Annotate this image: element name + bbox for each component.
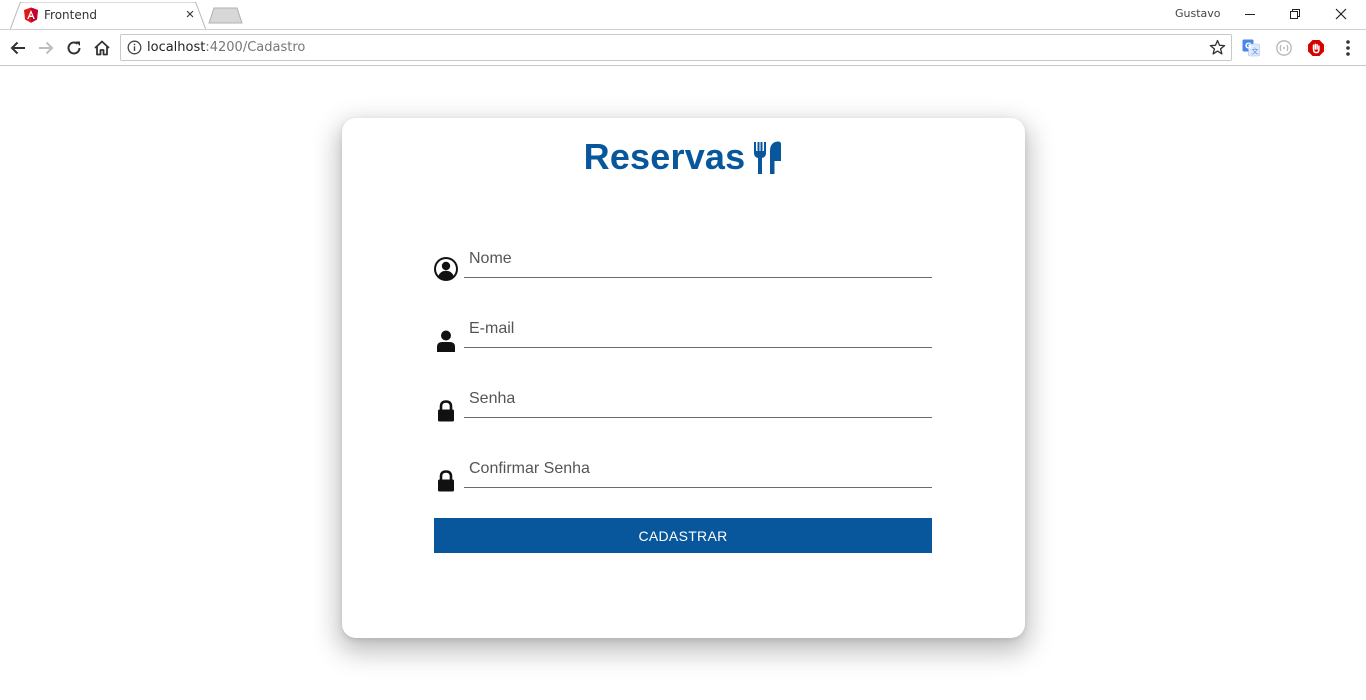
signup-card: Reservas Nome E-mail CADASTRAR bbox=[342, 118, 1025, 638]
email-field bbox=[432, 308, 932, 352]
angular-icon bbox=[24, 7, 38, 23]
star-icon[interactable] bbox=[1209, 39, 1226, 56]
page-title: Reservas bbox=[583, 136, 746, 177]
restore-button[interactable] bbox=[1272, 0, 1318, 28]
menu-dots-icon bbox=[1346, 40, 1350, 56]
user-circle-icon bbox=[432, 254, 460, 282]
new-tab-button[interactable] bbox=[208, 7, 244, 24]
browser-tab[interactable]: Frontend × bbox=[10, 2, 206, 30]
svg-text:文: 文 bbox=[1252, 47, 1259, 56]
confirm-password-field bbox=[432, 448, 932, 492]
minimize-icon bbox=[1245, 14, 1255, 15]
reload-button[interactable] bbox=[61, 35, 87, 61]
adblock-icon bbox=[1308, 40, 1324, 56]
forward-button[interactable] bbox=[33, 35, 59, 61]
password-field bbox=[432, 378, 932, 422]
browser-menu-button[interactable] bbox=[1338, 38, 1358, 58]
utensils-icon bbox=[754, 141, 782, 174]
password-input[interactable] bbox=[464, 378, 932, 418]
user-icon bbox=[432, 324, 460, 352]
extension-icon bbox=[1276, 40, 1292, 56]
gray-extension[interactable] bbox=[1274, 38, 1294, 58]
window-close-button[interactable] bbox=[1318, 0, 1364, 28]
info-icon[interactable] bbox=[127, 40, 142, 55]
browser-toolbar: localhost:4200/Cadastro G 文 bbox=[0, 29, 1366, 66]
tab-title: Frontend bbox=[44, 8, 97, 22]
name-field bbox=[432, 238, 932, 282]
name-input[interactable] bbox=[464, 238, 932, 278]
tab-shape bbox=[10, 2, 206, 30]
adblock-extension[interactable] bbox=[1306, 38, 1326, 58]
home-icon bbox=[94, 40, 110, 56]
back-arrow-icon bbox=[10, 41, 25, 55]
minimize-button[interactable] bbox=[1227, 0, 1273, 28]
translate-icon: G 文 bbox=[1242, 39, 1260, 57]
url-host: localhost bbox=[147, 40, 206, 55]
url-text[interactable]: localhost:4200/Cadastro bbox=[147, 40, 305, 55]
back-button[interactable] bbox=[5, 35, 31, 61]
forward-arrow-icon bbox=[39, 41, 54, 55]
lock-icon bbox=[432, 464, 460, 492]
close-icon bbox=[1335, 8, 1347, 20]
url-path: :4200/Cadastro bbox=[205, 40, 306, 55]
reload-icon bbox=[67, 41, 81, 55]
translate-extension[interactable]: G 文 bbox=[1241, 38, 1261, 58]
lock-icon bbox=[432, 394, 460, 422]
brand-header: Reservas bbox=[342, 136, 1025, 178]
browser-titlebar: Frontend × Gustavo bbox=[0, 0, 1366, 30]
confirm-password-input[interactable] bbox=[464, 448, 932, 488]
email-input[interactable] bbox=[464, 308, 932, 348]
address-bar[interactable]: localhost:4200/Cadastro bbox=[120, 34, 1232, 61]
home-button[interactable] bbox=[89, 35, 115, 61]
restore-icon bbox=[1290, 9, 1300, 19]
profile-name[interactable]: Gustavo bbox=[1175, 7, 1221, 20]
tab-close-button[interactable]: × bbox=[182, 6, 198, 24]
register-button[interactable]: CADASTRAR bbox=[434, 518, 932, 553]
